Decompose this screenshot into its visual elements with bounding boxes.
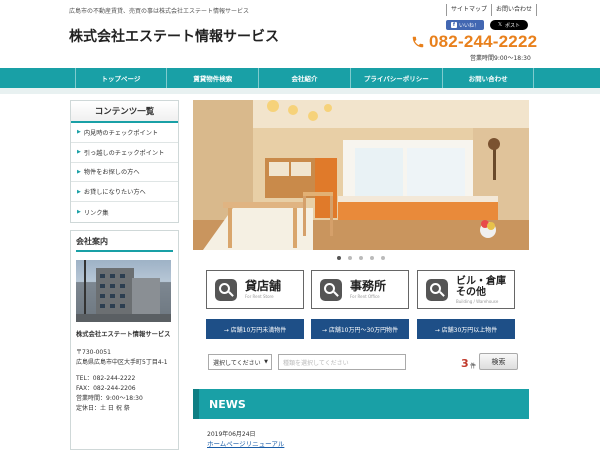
- news-header: NEWS: [193, 389, 529, 419]
- bullet-icon: ▶: [77, 129, 81, 136]
- facebook-like-label: いいね！: [458, 22, 479, 29]
- slider-dot[interactable]: [348, 256, 352, 260]
- category-select[interactable]: 選択してください ▼: [208, 354, 272, 370]
- category-select-value: 選択してください: [213, 359, 261, 367]
- company-holiday: 定休日：土 日 祝 祭: [76, 405, 130, 412]
- company-address-block: 〒730-0051 広島県広島市中区大手町5丁目4-1: [76, 348, 173, 368]
- category-label: 事務所: [350, 279, 387, 293]
- category-sub: For Rent Office: [350, 294, 380, 299]
- company-fax: FAX：082-244-2206: [76, 385, 136, 392]
- hero-slider[interactable]: [193, 100, 529, 250]
- company-contact-block: TEL：082-244-2222 FAX：082-244-2206 営業時間：9…: [76, 374, 173, 414]
- company-hours: 営業時間：9:00～18:30: [76, 395, 143, 402]
- category-label: ビル・倉庫: [456, 275, 506, 287]
- contents-box: コンテンツ一覧 ▶ 内見時のチェックポイント ▶ 引っ越しのチェックポイント ▶ 物件…: [70, 100, 179, 223]
- contents-list: ▶ 内見時のチェックポイント ▶ 引っ越しのチェックポイント ▶ 物件をお探しの方へ …: [71, 123, 178, 222]
- result-count-unit: 件: [470, 363, 477, 370]
- postal-code: 〒730-0051: [76, 349, 111, 356]
- phone-block[interactable]: 082-244-2222: [411, 32, 537, 52]
- price-under-100k-button[interactable]: → 店舗10万円未満物件: [206, 319, 304, 339]
- x-icon: 𝕏: [497, 22, 502, 28]
- category-store-button[interactable]: 貸店舗 For Rent Store: [206, 270, 304, 309]
- bullet-icon: ▶: [77, 149, 81, 156]
- slider-dot[interactable]: [337, 256, 341, 260]
- global-nav: トップページ 賃貸物件検索 会社紹介 プライバシーポリシー お問い合わせ: [0, 68, 600, 88]
- x-post-label: ポスト: [505, 22, 521, 29]
- search-icon: [426, 278, 448, 301]
- nav-item-search[interactable]: 賃貸物件検索: [167, 68, 260, 88]
- property-search-form: 選択してください ▼ 種類を選択してください 3 件 検索: [208, 353, 528, 373]
- sitemap-link[interactable]: サイトマップ: [446, 4, 491, 16]
- contact-link[interactable]: お問い合わせ: [491, 4, 538, 16]
- sidebar-item-label: 引っ越しのチェックポイント: [83, 149, 165, 157]
- facebook-like-button[interactable]: f いいね！: [446, 20, 484, 30]
- top-links: サイトマップ お問い合わせ: [446, 4, 538, 16]
- business-hours: 営業時間9:00～18:30: [470, 55, 531, 62]
- company-info-box: 会社案内 株式会社エステート情報サービス 〒730-0051 広島県広島市中区大…: [70, 230, 179, 450]
- result-count: 3: [461, 357, 469, 370]
- category-office-button[interactable]: 事務所 For Rent Office: [311, 270, 409, 309]
- price-100k-300k-button[interactable]: → 店舗10万円～30万円物件: [311, 319, 409, 339]
- facebook-icon: f: [450, 22, 457, 28]
- chevron-down-icon: ▼: [264, 359, 268, 365]
- sidebar-item-viewing-checkpoints[interactable]: ▶ 内見時のチェックポイント: [71, 123, 178, 143]
- search-icon: [320, 278, 342, 301]
- category-sub: For Rent Store: [245, 294, 274, 299]
- bullet-icon: ▶: [77, 188, 81, 195]
- bullet-icon: ▶: [77, 209, 81, 216]
- company-name: 株式会社エステート情報サービス: [76, 331, 171, 338]
- slider-dots: [193, 256, 529, 260]
- site-header: 広島市の不動産賃貸、売買の事は株式会社エステート情報サービス 株式会社エステート…: [0, 0, 600, 68]
- phone-number: 082-244-2222: [429, 32, 538, 51]
- company-logo-text[interactable]: 株式会社エステート情報サービス: [69, 26, 279, 46]
- category-label-2: その他: [456, 286, 486, 298]
- interior-photo: [193, 100, 529, 250]
- type-select[interactable]: 種類を選択してください: [278, 354, 406, 370]
- type-select-placeholder: 種類を選択してください: [283, 359, 349, 367]
- category-building-button[interactable]: ビル・倉庫 その他 Building / Warehouse: [417, 270, 515, 309]
- phone-icon: [412, 36, 424, 48]
- nav-item-privacy[interactable]: プライバシーポリシー: [351, 68, 443, 88]
- x-post-button[interactable]: 𝕏 ポスト: [490, 20, 528, 30]
- sidebar-item-for-landlords[interactable]: ▶ お貸しになりたい方へ: [71, 182, 178, 203]
- news-date: 2019年06月24日: [207, 431, 256, 438]
- nav-item-home[interactable]: トップページ: [74, 68, 168, 88]
- contents-title: コンテンツ一覧: [71, 101, 178, 123]
- slider-dot[interactable]: [359, 256, 363, 260]
- news-item-link[interactable]: ホームページリニューアル: [207, 438, 284, 448]
- company-address: 広島県広島市中区大手町5丁目4-1: [76, 359, 168, 366]
- category-label: 貸店舗: [245, 279, 282, 293]
- sidebar-item-label: 内見時のチェックポイント: [83, 129, 159, 137]
- sidebar-item-label: リンク集: [83, 209, 109, 217]
- site-tagline: 広島市の不動産賃貸、売買の事は株式会社エステート情報サービス: [69, 8, 250, 15]
- company-info-title: 会社案内: [76, 236, 173, 252]
- nav-shadow-band: [0, 88, 600, 94]
- sidebar-item-label: お貸しになりたい方へ: [83, 189, 146, 197]
- sidebar-item-label: 物件をお探しの方へ: [83, 169, 140, 177]
- bullet-icon: ▶: [77, 168, 81, 175]
- nav-item-contact[interactable]: お問い合わせ: [443, 68, 535, 88]
- sidebar-item-links[interactable]: ▶ リンク集: [71, 202, 178, 222]
- price-over-300k-button[interactable]: → 店舗30万円以上物件: [417, 319, 515, 339]
- slider-dot[interactable]: [370, 256, 374, 260]
- office-building-photo: [76, 260, 171, 322]
- sidebar-item-moving-checkpoints[interactable]: ▶ 引っ越しのチェックポイント: [71, 142, 178, 163]
- company-tel: TEL：082-244-2222: [76, 375, 136, 382]
- search-icon: [215, 278, 237, 301]
- search-button[interactable]: 検索: [479, 353, 518, 370]
- nav-item-company[interactable]: 会社紹介: [259, 68, 351, 88]
- category-sub: Building / Warehouse: [456, 298, 499, 304]
- slider-dot[interactable]: [381, 256, 385, 260]
- sidebar-item-for-seekers[interactable]: ▶ 物件をお探しの方へ: [71, 162, 178, 183]
